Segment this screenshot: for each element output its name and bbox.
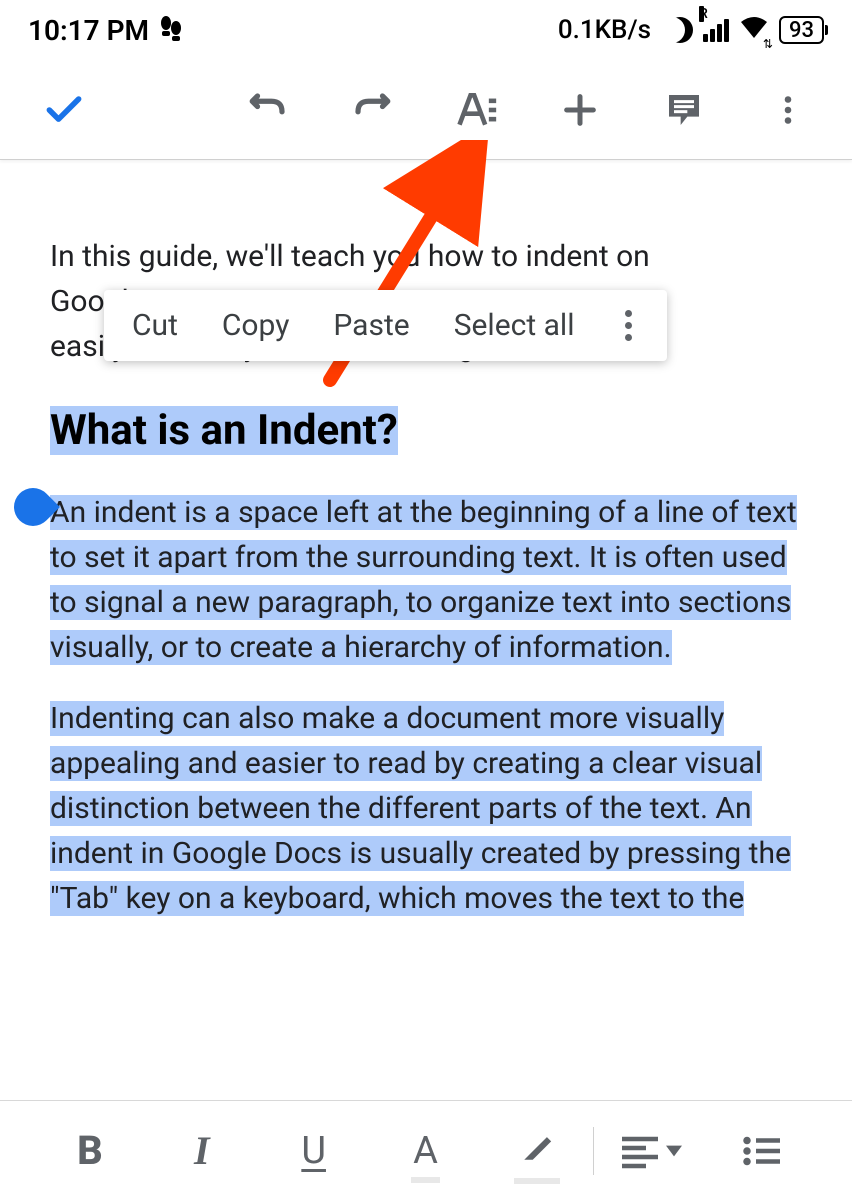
insert-button[interactable] [556,86,604,134]
section-heading[interactable]: What is an Indent? [50,399,802,462]
redo-button[interactable] [348,86,396,134]
copy-button[interactable]: Copy [222,308,290,343]
more-options-button[interactable] [764,86,812,134]
paste-button[interactable]: Paste [333,308,409,343]
comment-button[interactable] [660,86,708,134]
dnd-icon [667,17,693,43]
italic-button[interactable]: I [146,1101,258,1200]
done-button[interactable] [40,86,88,134]
clock: 10:17 PM [28,14,149,47]
cut-button[interactable]: Cut [132,308,178,343]
network-speed: 0.1KB/s [558,15,651,45]
text-context-menu: Cut Copy Paste Select all [104,290,667,361]
bold-button[interactable]: B [34,1101,146,1200]
format-toolbar: B I U A [0,1100,852,1200]
document-body[interactable]: In this guide, we'll teach you how to in… [0,160,852,921]
status-left: 10:17 PM [28,14,183,47]
status-bar: 10:17 PM 0.1KB/s R ⇅ 93 [0,0,852,60]
select-all-button[interactable]: Select all [454,308,575,343]
signal-icon: R [703,18,729,42]
wifi-icon: ⇅ [739,14,769,47]
text-format-button[interactable] [452,86,500,134]
intro-line: In this guide, we'll teach you how to in… [50,234,802,279]
underline-button[interactable]: U [258,1101,370,1200]
text-color-button[interactable]: A [370,1101,482,1200]
paragraph-2[interactable]: Indenting can also make a document more … [50,696,802,921]
footsteps-icon [159,16,183,44]
paragraph-1[interactable]: An indent is a space left at the beginni… [50,490,802,670]
highlight-button[interactable] [481,1101,593,1200]
undo-button[interactable] [244,86,292,134]
editor-toolbar [0,60,852,160]
status-right: 0.1KB/s R ⇅ 93 [558,14,824,47]
list-button[interactable] [706,1101,818,1200]
align-button[interactable] [594,1101,706,1200]
battery-indicator: 93 [779,16,824,44]
context-more-button[interactable] [619,310,639,341]
